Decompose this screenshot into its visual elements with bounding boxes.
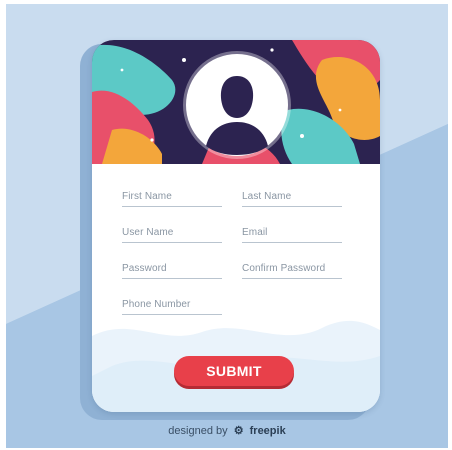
last-name-field[interactable]: Last Name xyxy=(242,188,342,207)
user-silhouette-icon xyxy=(206,76,268,155)
phone-number-field[interactable]: Phone Number xyxy=(122,296,222,315)
password-field[interactable]: Password xyxy=(122,260,222,279)
brand-name[interactable]: freepik xyxy=(250,425,286,437)
first-name-field[interactable]: First Name xyxy=(122,188,222,207)
user-name-field[interactable]: User Name xyxy=(122,224,222,243)
page-background: First Name Last Name User Name Email Pas… xyxy=(6,4,448,448)
designer-credit: designed by ⚙ freepik xyxy=(6,424,448,437)
avatar[interactable] xyxy=(186,54,288,156)
credit-prefix: designed by xyxy=(168,425,228,437)
email-field[interactable]: Email xyxy=(242,224,342,243)
freepik-logo-icon: ⚙ xyxy=(233,425,244,437)
confirm-password-field[interactable]: Confirm Password xyxy=(242,260,342,279)
submit-button[interactable]: SUBMIT xyxy=(174,356,294,386)
